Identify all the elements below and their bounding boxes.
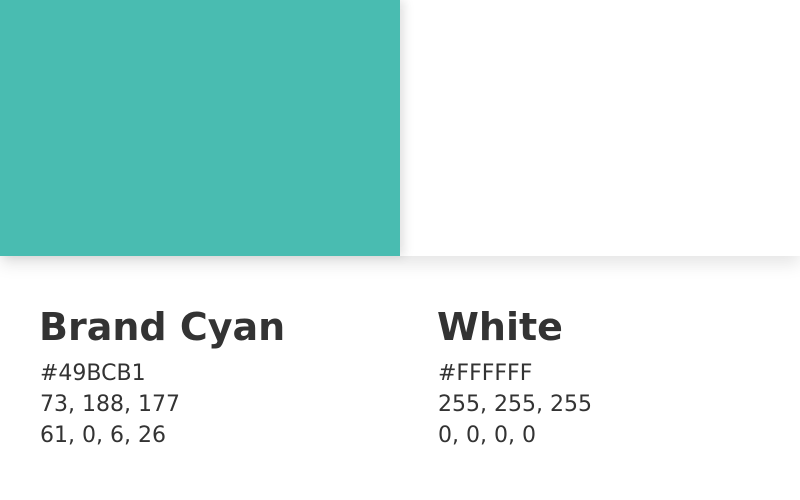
color-name: White bbox=[437, 305, 563, 349]
rgb-value: 73, 188, 177 bbox=[40, 392, 180, 417]
color-palette-card: Brand Cyan #49BCB1 73, 188, 177 61, 0, 6… bbox=[0, 0, 800, 500]
brand-cyan-swatch bbox=[0, 0, 400, 256]
cmyk-value: 0, 0, 0, 0 bbox=[438, 423, 536, 448]
color-labels: Brand Cyan #49BCB1 73, 188, 177 61, 0, 6… bbox=[0, 300, 800, 451]
color-name: Brand Cyan bbox=[39, 305, 286, 349]
hex-value: #FFFFFF bbox=[438, 361, 533, 386]
cmyk-value: 61, 0, 6, 26 bbox=[40, 423, 166, 448]
white-label-block: White #FFFFFF 255, 255, 255 0, 0, 0, 0 bbox=[400, 300, 800, 451]
white-swatch bbox=[400, 0, 800, 256]
swatch-row bbox=[0, 0, 800, 256]
brand-cyan-label-block: Brand Cyan #49BCB1 73, 188, 177 61, 0, 6… bbox=[0, 300, 400, 451]
rgb-value: 255, 255, 255 bbox=[438, 392, 592, 417]
hex-value: #49BCB1 bbox=[40, 361, 146, 386]
